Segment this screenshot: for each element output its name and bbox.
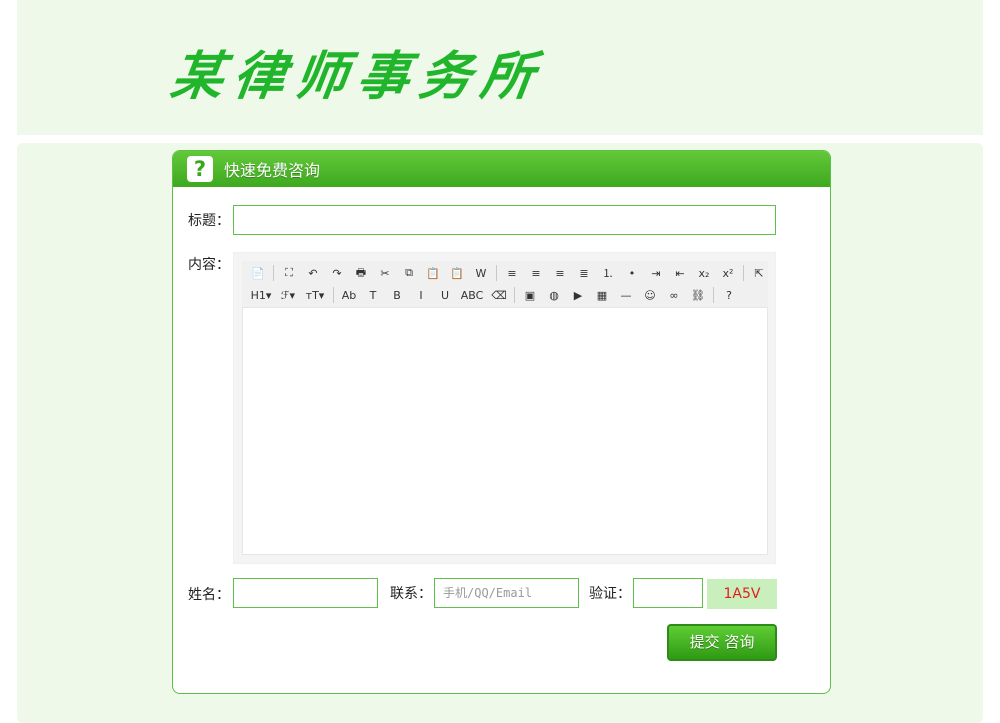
toolbar-row-1: 📄 ⛶ ↶ ↷ 🖶 ✂ ⧉ 📋 📋 W ≡ ≡ ≡ ≣ ⒈ • ⇥ ⇤ x₂ x² ⇱ bbox=[246, 263, 771, 283]
source-icon[interactable]: 📄 bbox=[246, 264, 270, 282]
flash-icon[interactable]: ◍ bbox=[542, 286, 566, 304]
editor-content-area[interactable] bbox=[242, 307, 768, 555]
toolbar-separator bbox=[496, 265, 497, 281]
image-icon[interactable]: ▣ bbox=[518, 286, 542, 304]
paste-icon[interactable]: 📋 bbox=[421, 264, 445, 282]
name-label: 姓名： bbox=[188, 587, 230, 603]
toolbar-separator bbox=[713, 287, 714, 303]
bold-icon[interactable]: B bbox=[385, 286, 409, 304]
question-icon: ? bbox=[187, 156, 213, 182]
strikethrough-icon[interactable]: ABC bbox=[457, 286, 487, 304]
content-label: 内容： bbox=[188, 257, 230, 273]
emoticon-icon[interactable]: ☺ bbox=[638, 286, 662, 304]
font-color-icon[interactable]: Ab bbox=[337, 286, 361, 304]
align-right-icon[interactable]: ≡ bbox=[548, 264, 572, 282]
justify-icon[interactable]: ≣ bbox=[572, 264, 596, 282]
title-label: 标题： bbox=[188, 213, 230, 229]
outdent-icon[interactable]: ⇤ bbox=[668, 264, 692, 282]
header: 某律师事务所 bbox=[17, 0, 983, 135]
unordered-list-icon[interactable]: • bbox=[620, 264, 644, 282]
redo-icon[interactable]: ↷ bbox=[325, 264, 349, 282]
unlink-icon[interactable]: ⛓ bbox=[686, 286, 710, 304]
copy-icon[interactable]: ⧉ bbox=[397, 264, 421, 282]
contact-input[interactable]: 手机/QQ/Email bbox=[434, 578, 579, 608]
align-center-icon[interactable]: ≡ bbox=[524, 264, 548, 282]
toolbar-separator bbox=[743, 265, 744, 281]
panel-header: ? 快速免费咨询 bbox=[173, 151, 830, 187]
contact-label: 联系： bbox=[390, 586, 432, 602]
about-icon[interactable]: ? bbox=[717, 286, 741, 304]
captcha-image[interactable]: 1A5V bbox=[707, 579, 777, 609]
ordered-list-icon[interactable]: ⒈ bbox=[596, 264, 620, 282]
subscript-icon[interactable]: x₂ bbox=[692, 264, 716, 282]
heading-icon[interactable]: H1▾ bbox=[246, 286, 276, 304]
editor-toolbar: 📄 ⛶ ↶ ↷ 🖶 ✂ ⧉ 📋 📋 W ≡ ≡ ≡ ≣ ⒈ • ⇥ ⇤ x₂ x² ⇱ H1▾ ℱ▾ тT▾ Ab T B I U AB… bbox=[242, 261, 768, 307]
cut-icon[interactable]: ✂ bbox=[373, 264, 397, 282]
toolbar-separator bbox=[333, 287, 334, 303]
panel-title: 快速免费咨询 bbox=[224, 161, 321, 180]
print-icon[interactable]: 🖶 bbox=[349, 264, 373, 282]
verify-label: 验证： bbox=[589, 586, 631, 602]
rich-text-editor: 📄 ⛶ ↶ ↷ 🖶 ✂ ⧉ 📋 📋 W ≡ ≡ ≡ ≣ ⒈ • ⇥ ⇤ x₂ x² ⇱ H1▾ ℱ▾ тT▾ Ab T B I U AB… bbox=[233, 252, 776, 564]
font-size-icon[interactable]: тT▾ bbox=[300, 286, 330, 304]
font-family-icon[interactable]: ℱ▾ bbox=[276, 286, 300, 304]
table-icon[interactable]: ▦ bbox=[590, 286, 614, 304]
consult-panel: ? 快速免费咨询 标题： 内容： 📄 ⛶ ↶ ↷ 🖶 ✂ ⧉ 📋 📋 W ≡ ≡ ≡ ≣ ⒈ • ⇥ ⇤ x₂ x² ⇱… bbox=[172, 150, 831, 694]
title-input[interactable] bbox=[233, 205, 776, 235]
superscript-icon[interactable]: x² bbox=[716, 264, 740, 282]
align-left-icon[interactable]: ≡ bbox=[500, 264, 524, 282]
italic-icon[interactable]: I bbox=[409, 286, 433, 304]
name-input[interactable] bbox=[233, 578, 378, 608]
site-logo[interactable]: 某律师事务所 bbox=[167, 34, 550, 109]
underline-icon[interactable]: U bbox=[433, 286, 457, 304]
submit-button[interactable]: 提交 咨询 bbox=[667, 624, 777, 661]
undo-icon[interactable]: ↶ bbox=[301, 264, 325, 282]
hr-icon[interactable]: — bbox=[614, 286, 638, 304]
toolbar-separator bbox=[514, 287, 515, 303]
paste-text-icon[interactable]: 📋 bbox=[445, 264, 469, 282]
fullscreen-icon[interactable]: ⛶ bbox=[277, 264, 301, 282]
toolbar-separator bbox=[273, 265, 274, 281]
verify-input[interactable] bbox=[633, 578, 703, 608]
media-icon[interactable]: ▶ bbox=[566, 286, 590, 304]
remove-format-icon[interactable]: ⌫ bbox=[487, 286, 511, 304]
paste-word-icon[interactable]: W bbox=[469, 264, 493, 282]
select-all-icon[interactable]: ⇱ bbox=[747, 264, 771, 282]
link-icon[interactable]: ∞ bbox=[662, 286, 686, 304]
toolbar-row-2: H1▾ ℱ▾ тT▾ Ab T B I U ABC ⌫ ▣ ◍ ▶ ▦ — ☺ ∞ ⛓? bbox=[246, 285, 741, 305]
indent-icon[interactable]: ⇥ bbox=[644, 264, 668, 282]
highlight-icon[interactable]: T bbox=[361, 286, 385, 304]
